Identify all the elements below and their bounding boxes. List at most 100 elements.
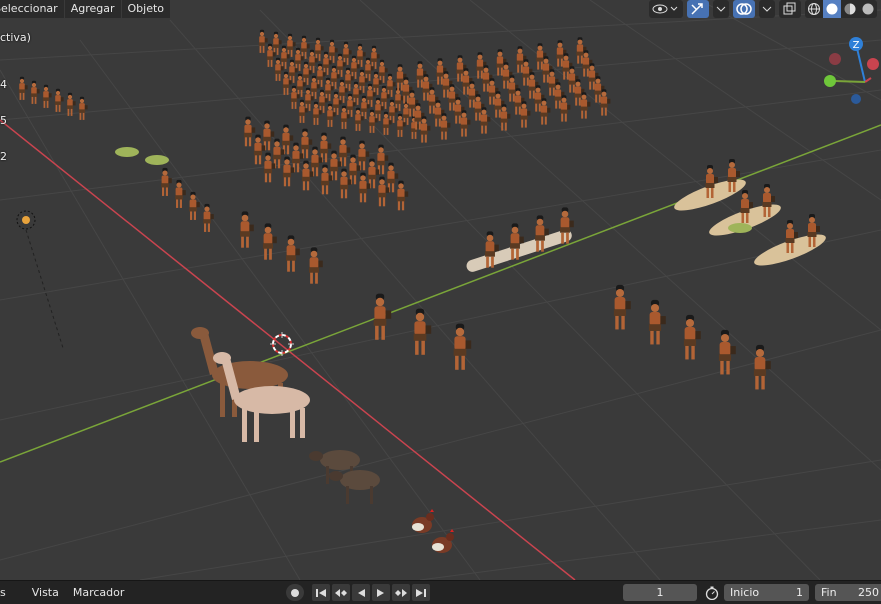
warrior-mid-formation xyxy=(243,116,256,147)
timeline-menu-playback[interactable]: s xyxy=(0,586,12,599)
gizmo-toggle-button[interactable] xyxy=(687,0,709,18)
warrior-right-formation xyxy=(420,116,431,143)
menu-select[interactable]: Seleccionar xyxy=(0,0,65,18)
warrior-front-left xyxy=(286,235,300,272)
warrior-back-formation xyxy=(370,45,380,69)
timeline-header: s Vista Marcador 1 Inicio 1 Fin 250 xyxy=(0,580,881,604)
log-carrier xyxy=(560,207,574,244)
header-right-tools xyxy=(649,0,881,18)
solid-shading-button[interactable] xyxy=(823,0,841,18)
warrior-left-column xyxy=(66,92,76,116)
frame-end-label: Fin xyxy=(821,586,837,599)
warrior-back-formation xyxy=(258,29,268,53)
material-shading-button[interactable] xyxy=(841,0,859,18)
menu-object[interactable]: Objeto xyxy=(121,0,172,18)
jump-keyframe-forward-button[interactable] xyxy=(392,584,410,601)
play-button[interactable] xyxy=(372,584,390,601)
jump-keyframe-back-button[interactable] xyxy=(332,584,350,601)
jaguar-warrior xyxy=(413,308,432,355)
warrior-right-formation xyxy=(480,107,491,134)
keyframe-forward-icon xyxy=(395,588,407,597)
torch-bearer xyxy=(718,329,736,375)
overlays-icon xyxy=(736,3,752,15)
jump-end-button[interactable] xyxy=(412,584,430,601)
play-reverse-button[interactable] xyxy=(352,584,370,601)
scene-objects[interactable] xyxy=(0,0,881,580)
warrior-caravan xyxy=(175,179,186,208)
warrior-right-formation xyxy=(540,98,551,125)
goods-tray xyxy=(145,155,169,165)
solid-sphere-icon xyxy=(826,3,838,15)
record-button[interactable] xyxy=(286,584,304,601)
warrior-left-column xyxy=(54,88,64,112)
warrior-right-formation xyxy=(460,110,471,137)
frame-end-value: 250 xyxy=(858,586,879,599)
warrior-right-formation xyxy=(500,104,511,131)
chevron-down-icon xyxy=(716,6,726,12)
warrior-back-formation xyxy=(342,41,352,65)
torch-bearer xyxy=(613,284,631,330)
3d-viewport[interactable]: ctiva) 4 5 2 Z xyxy=(0,0,881,580)
goods-tray xyxy=(115,147,139,157)
warrior-back-formation xyxy=(378,59,388,83)
viewport-header: Seleccionar Agregar Objeto xyxy=(0,0,881,18)
warrior-back-formation xyxy=(328,39,338,63)
warrior-left-column xyxy=(42,84,52,108)
goods-tray xyxy=(728,223,752,233)
jump-start-button[interactable] xyxy=(312,584,330,601)
gizmo-neg-x-handle xyxy=(829,53,841,65)
frame-start-field[interactable]: Inicio 1 xyxy=(724,584,809,601)
xray-icon xyxy=(783,2,796,15)
torch-bearer xyxy=(648,299,666,345)
frame-start-value: 1 xyxy=(796,586,803,599)
shading-modes xyxy=(805,0,877,18)
play-reverse-icon xyxy=(358,588,365,597)
wireframe-sphere-icon xyxy=(808,3,820,15)
warrior-caravan xyxy=(203,203,214,232)
warrior-left-column xyxy=(18,76,28,100)
material-sphere-icon xyxy=(844,3,856,15)
rendered-shading-button[interactable] xyxy=(859,0,877,18)
warrior-back-formation xyxy=(394,87,404,111)
navigation-gizmo[interactable]: Z xyxy=(821,30,881,120)
warrior-front-left xyxy=(240,211,254,248)
chicken-1 xyxy=(412,509,434,533)
jump-start-icon xyxy=(316,588,326,597)
warrior-back-formation xyxy=(300,35,310,59)
overlays-dropdown[interactable] xyxy=(759,0,775,18)
torch-bearer xyxy=(753,344,771,390)
overlays-toggle-button[interactable] xyxy=(733,0,755,18)
warrior-right-formation xyxy=(600,89,611,116)
stopwatch-icon[interactable] xyxy=(704,586,720,600)
timeline-menu-view[interactable]: Vista xyxy=(12,586,65,599)
gizmo-y-handle xyxy=(824,75,836,87)
warrior-right-formation xyxy=(560,95,571,122)
warrior-back-formation xyxy=(286,33,296,57)
xray-toggle-button[interactable] xyxy=(779,0,801,18)
gizmo-dropdown[interactable] xyxy=(713,0,729,18)
visibility-dropdown[interactable] xyxy=(649,0,683,18)
record-icon xyxy=(291,588,299,597)
sheep-2 xyxy=(329,470,380,504)
light-icon[interactable] xyxy=(14,208,38,232)
torch-bearer xyxy=(683,314,701,360)
wireframe-shading-button[interactable] xyxy=(805,0,823,18)
frame-end-field[interactable]: Fin 250 xyxy=(815,584,881,601)
light-guide-line xyxy=(25,230,64,349)
current-frame-value: 1 xyxy=(656,586,664,599)
jaguar-warrior xyxy=(373,293,392,340)
gizmo-x-handle xyxy=(867,58,879,70)
eye-icon xyxy=(652,4,678,14)
menu-add[interactable]: Agregar xyxy=(64,0,122,18)
timeline-menu-marker[interactable]: Marcador xyxy=(65,586,131,599)
warrior-right-formation xyxy=(520,101,531,128)
viewport-info-text: ctiva) xyxy=(0,31,31,44)
warrior-right-formation xyxy=(440,113,451,140)
current-frame-field[interactable]: 1 xyxy=(623,584,697,601)
chevron-down-icon xyxy=(762,6,772,12)
warrior-front-left xyxy=(263,223,277,260)
gizmo-neg-z-handle xyxy=(851,94,861,104)
warrior-back-formation xyxy=(272,31,282,55)
gizmo-arrows-icon xyxy=(691,3,703,15)
warrior-mid-formation xyxy=(396,180,409,211)
